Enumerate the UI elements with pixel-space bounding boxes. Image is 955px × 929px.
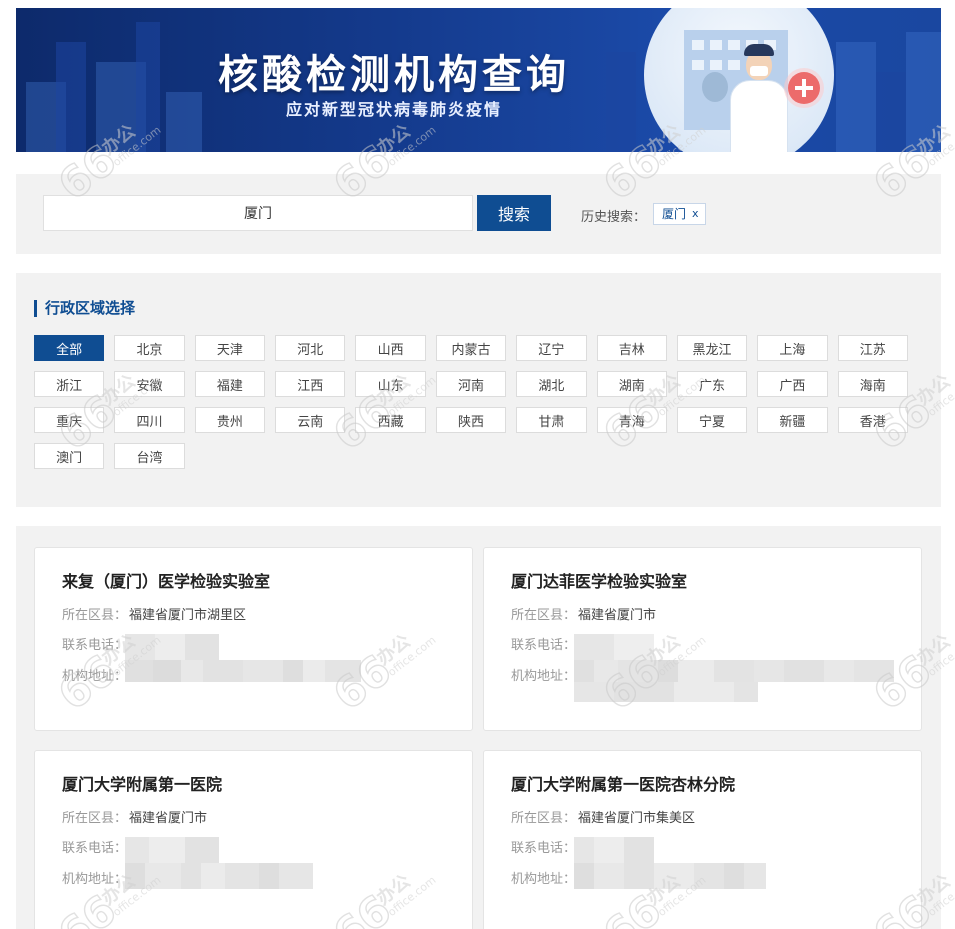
address-field: 机构地址： bbox=[511, 665, 576, 684]
address-field: 机构地址： bbox=[511, 868, 576, 887]
region-panel: 行政区域选择 全部 北京 天津 河北 山西 内蒙古 辽宁 吉林 黑龙江 上海 江苏浙江 安徽 福建 江西山… bbox=[16, 273, 941, 507]
phone-label: 联系电话： bbox=[62, 841, 128, 856]
region-item[interactable]: 四川 bbox=[114, 407, 185, 433]
region-item[interactable]: 青海 bbox=[596, 407, 667, 433]
region-item[interactable]: 山西 bbox=[355, 335, 426, 361]
results-panel: 来复（厦门）医学检验实验室 所在区县： 福建省厦门市湖里区 联系电话： 机构地址： 厦门达… bbox=[16, 526, 941, 929]
banner: 核酸检测机构查询 应对新型冠状病毒肺炎疫情 bbox=[16, 8, 941, 152]
region-item[interactable]: 内蒙古 bbox=[435, 335, 507, 361]
district-label: 所在区县： bbox=[62, 811, 128, 826]
institution-name[interactable]: 厦门大学附属第一医院杏林分院 bbox=[511, 771, 735, 795]
phone-field: 联系电话： bbox=[62, 634, 127, 653]
region-item[interactable]: 贵州 bbox=[194, 407, 266, 433]
region-item[interactable]: 安徽 bbox=[114, 371, 185, 397]
institution-name[interactable]: 厦门达菲医学检验实验室 bbox=[511, 568, 687, 592]
district-field: 所在区县： 福建省厦门市 bbox=[62, 807, 207, 826]
region-item[interactable]: 福建 bbox=[194, 371, 266, 397]
region-item[interactable]: 重庆 bbox=[34, 407, 105, 433]
history-tag-label: 厦门 bbox=[662, 207, 687, 221]
search-input[interactable] bbox=[43, 195, 473, 231]
region-item[interactable]: 天津 bbox=[194, 335, 266, 361]
district-field: 所在区县： 福建省厦门市集美区 bbox=[511, 807, 695, 826]
result-card[interactable]: 厦门大学附属第一医院 所在区县： 福建省厦门市 联系电话： 机构地址： bbox=[34, 750, 473, 929]
phone-field: 联系电话： bbox=[511, 837, 576, 856]
history-label: 历史搜索： bbox=[581, 210, 647, 225]
history-tag[interactable]: 厦门 x bbox=[653, 203, 706, 225]
district-value: 福建省厦门市 bbox=[129, 811, 208, 826]
phone-field: 联系电话： bbox=[511, 634, 576, 653]
address-label: 机构地址： bbox=[62, 872, 128, 887]
region-item[interactable]: 澳门 bbox=[34, 443, 105, 469]
region-item[interactable]: 河北 bbox=[275, 335, 346, 361]
region-item[interactable]: 海南 bbox=[837, 371, 908, 397]
address-field: 机构地址： bbox=[62, 868, 127, 887]
region-item[interactable]: 云南 bbox=[275, 407, 346, 433]
banner-subtitle: 应对新型冠状病毒肺炎疫情 bbox=[285, 100, 502, 119]
result-card[interactable]: 厦门达菲医学检验实验室 所在区县： 福建省厦门市 联系电话： 机构地址： bbox=[483, 547, 922, 731]
region-list: 全部 北京 天津 河北 山西 内蒙古 辽宁 吉林 黑龙江 上海 江苏浙江 安徽 福建 江西 山东 河南 湖北 湖南… bbox=[34, 335, 924, 469]
district-field: 所在区县： 福建省厦门市湖里区 bbox=[62, 604, 246, 623]
institution-name[interactable]: 来复（厦门）医学检验实验室 bbox=[62, 568, 270, 592]
region-item[interactable]: 山东 bbox=[355, 371, 426, 397]
close-icon[interactable]: x bbox=[692, 204, 699, 224]
region-item[interactable]: 湖南 bbox=[596, 371, 667, 397]
district-field: 所在区县： 福建省厦门市 bbox=[511, 604, 656, 623]
region-item[interactable]: 北京 bbox=[114, 335, 185, 361]
banner-title: 核酸检测机构查询 bbox=[218, 52, 570, 98]
district-label: 所在区县： bbox=[62, 608, 128, 623]
search-button[interactable]: 搜索 bbox=[477, 195, 551, 231]
region-all[interactable]: 全部 bbox=[34, 335, 105, 361]
region-item[interactable]: 湖北 bbox=[516, 371, 587, 397]
region-item[interactable]: 台湾 bbox=[114, 443, 185, 469]
region-item[interactable]: 新疆 bbox=[757, 407, 828, 433]
region-item[interactable]: 广东 bbox=[676, 371, 748, 397]
address-field: 机构地址： bbox=[62, 665, 127, 684]
district-label: 所在区县： bbox=[511, 811, 577, 826]
region-item[interactable]: 江苏 bbox=[837, 335, 908, 361]
institution-name[interactable]: 厦门大学附属第一医院 bbox=[62, 771, 222, 795]
region-item[interactable]: 香港 bbox=[837, 407, 908, 433]
region-item[interactable]: 浙江 bbox=[34, 371, 105, 397]
region-title: 行政区域选择 bbox=[34, 300, 135, 317]
page: 核酸检测机构查询 应对新型冠状病毒肺炎疫情 搜索 历史搜索： 厦门 x bbox=[0, 0, 955, 929]
phone-label: 联系电话： bbox=[511, 638, 577, 653]
region-item[interactable]: 上海 bbox=[757, 335, 828, 361]
phone-field: 联系电话： bbox=[62, 837, 127, 856]
result-card[interactable]: 来复（厦门）医学检验实验室 所在区县： 福建省厦门市湖里区 联系电话： 机构地址： bbox=[34, 547, 473, 731]
phone-label: 联系电话： bbox=[511, 841, 577, 856]
region-item[interactable]: 甘肃 bbox=[516, 407, 587, 433]
region-item[interactable]: 广西 bbox=[757, 371, 828, 397]
district-label: 所在区县： bbox=[511, 608, 577, 623]
region-item[interactable]: 陕西 bbox=[435, 407, 507, 433]
region-item[interactable]: 辽宁 bbox=[516, 335, 587, 361]
phone-label: 联系电话： bbox=[62, 638, 128, 653]
region-item[interactable]: 西藏 bbox=[355, 407, 426, 433]
district-value: 福建省厦门市湖里区 bbox=[129, 608, 247, 623]
result-card[interactable]: 厦门大学附属第一医院杏林分院 所在区县： 福建省厦门市集美区 联系电话： 机构地址： bbox=[483, 750, 922, 929]
region-item[interactable]: 江西 bbox=[275, 371, 346, 397]
address-label: 机构地址： bbox=[62, 669, 128, 684]
address-label: 机构地址： bbox=[511, 669, 577, 684]
search-panel: 搜索 历史搜索： 厦门 x bbox=[16, 174, 941, 254]
region-item[interactable]: 吉林 bbox=[596, 335, 667, 361]
district-value: 福建省厦门市集美区 bbox=[578, 811, 696, 826]
district-value: 福建省厦门市 bbox=[578, 608, 657, 623]
region-item[interactable]: 河南 bbox=[435, 371, 507, 397]
address-label: 机构地址： bbox=[511, 872, 577, 887]
medical-cross-icon bbox=[788, 72, 820, 104]
region-item[interactable]: 黑龙江 bbox=[676, 335, 748, 361]
region-item[interactable]: 宁夏 bbox=[676, 407, 748, 433]
